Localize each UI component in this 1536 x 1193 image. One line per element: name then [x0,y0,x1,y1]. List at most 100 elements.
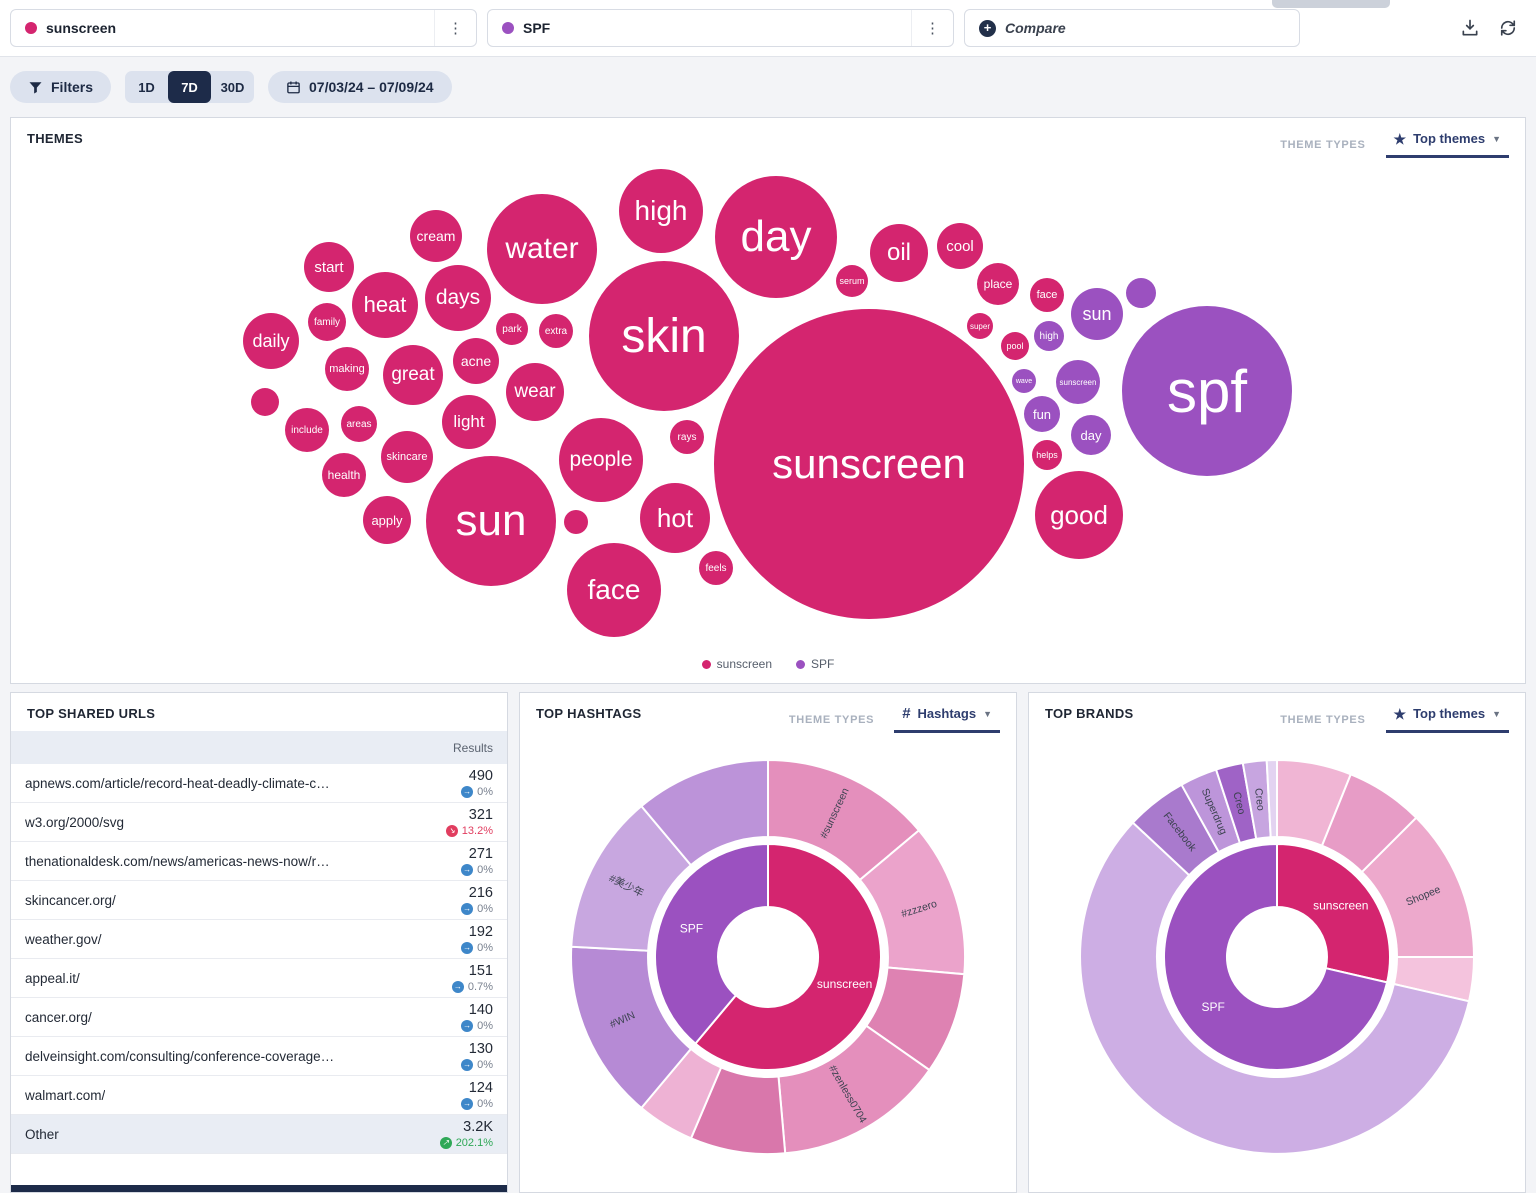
theme-bubble[interactable]: days [425,265,491,331]
url-text[interactable]: skincancer.org/ [25,893,116,908]
theme-bubble[interactable]: hot [640,483,710,553]
result-cell: 140→0% [461,1002,493,1031]
url-text[interactable]: Other [25,1127,59,1142]
selector-label: Hashtags [918,706,977,721]
theme-bubble[interactable]: wear [506,363,564,421]
url-text[interactable]: delveinsight.com/consulting/conference-c… [25,1049,334,1064]
table-scrollbar[interactable] [11,1185,507,1192]
filters-button[interactable]: Filters [10,71,111,103]
url-row[interactable]: delveinsight.com/consulting/conference-c… [11,1037,507,1076]
theme-bubble[interactable]: apply [363,496,411,544]
theme-bubble[interactable]: day [1071,415,1111,455]
kebab-menu-icon[interactable]: ⋮ [911,10,953,46]
theme-bubble[interactable]: cool [937,223,983,269]
url-row[interactable]: w3.org/2000/svg321↘13.2% [11,803,507,842]
url-row[interactable]: walmart.com/124→0% [11,1076,507,1115]
range-7d-button[interactable]: 7D [168,71,211,103]
theme-bubble[interactable] [1126,278,1156,308]
download-icon[interactable] [1456,14,1484,42]
query-card-sunscreen[interactable]: sunscreen ⋮ [10,9,477,47]
add-compare-icon: + [979,20,996,37]
url-text[interactable]: weather.gov/ [25,932,102,947]
url-text[interactable]: walmart.com/ [25,1088,105,1103]
theme-bubble[interactable]: water [487,194,597,304]
theme-bubble[interactable]: extra [539,314,573,348]
results-header: Results [11,731,507,764]
change-indicator: →0% [461,1020,493,1032]
theme-type-selector[interactable]: ★ Top themes ▼ [1386,131,1509,158]
theme-bubble[interactable]: cream [410,210,462,262]
theme-bubble[interactable]: spf [1122,306,1292,476]
theme-bubble[interactable]: high [619,169,703,253]
theme-bubble[interactable]: sun [426,456,556,586]
theme-bubble[interactable]: rays [670,420,704,454]
url-text[interactable]: w3.org/2000/svg [25,815,124,830]
theme-bubble[interactable]: park [496,313,528,345]
theme-bubble[interactable]: sunscreen [714,309,1024,619]
theme-bubble[interactable]: acne [453,338,499,384]
theme-bubble[interactable] [564,510,588,534]
url-row[interactable]: appeal.it/151→0.7% [11,959,507,998]
url-text[interactable]: cancer.org/ [25,1010,92,1025]
hashtags-sunburst-chart: #sunscreen#zzzero#zenless0704#WIN#美少年sun… [520,733,1016,1167]
theme-bubble[interactable]: day [715,176,837,298]
url-text[interactable]: apnews.com/article/record-heat-deadly-cl… [25,776,330,791]
result-cell: 192→0% [461,924,493,953]
compare-button[interactable]: + Compare [964,9,1300,47]
theme-bubble[interactable]: high [1034,321,1064,351]
theme-bubble[interactable]: areas [341,406,377,442]
refresh-icon[interactable] [1494,14,1522,42]
theme-bubble[interactable]: place [977,263,1019,305]
date-range-picker[interactable]: 07/03/24 – 07/09/24 [268,71,452,103]
theme-bubble[interactable]: fun [1024,396,1060,432]
theme-bubble[interactable]: health [322,453,366,497]
theme-bubble[interactable]: light [442,395,496,449]
query-color-dot [25,22,37,34]
query-card-spf[interactable]: SPF ⋮ [487,9,954,47]
kebab-menu-icon[interactable]: ⋮ [434,10,476,46]
theme-bubble[interactable]: feels [699,551,733,585]
trend-arrow-icon: → [461,903,473,915]
theme-bubble[interactable]: sun [1071,288,1123,340]
url-row[interactable]: Other3.2K↗202.1% [11,1115,507,1154]
theme-bubble[interactable]: skincare [381,431,433,483]
theme-bubble[interactable]: helps [1032,440,1062,470]
theme-bubble[interactable]: people [559,418,643,502]
url-row[interactable]: thenationaldesk.com/news/americas-news-n… [11,842,507,881]
url-row[interactable]: skincancer.org/216→0% [11,881,507,920]
url-row[interactable]: weather.gov/192→0% [11,920,507,959]
theme-bubble[interactable]: family [308,303,346,341]
url-text[interactable]: thenationaldesk.com/news/americas-news-n… [25,854,330,869]
theme-bubble[interactable]: serum [836,265,868,297]
theme-bubble[interactable]: face [1030,278,1064,312]
theme-bubble[interactable]: wave [1012,369,1036,393]
theme-bubble[interactable]: super [967,313,993,339]
range-30d-button[interactable]: 30D [211,71,254,103]
url-text[interactable]: appeal.it/ [25,971,80,986]
theme-bubble[interactable]: include [285,408,329,452]
change-indicator: ↘13.2% [446,825,493,837]
selector-label: Top themes [1413,706,1485,721]
url-row[interactable]: cancer.org/140→0% [11,998,507,1037]
brands-selector[interactable]: ★ Top themes ▼ [1386,706,1509,733]
theme-bubble[interactable] [251,388,279,416]
theme-bubble[interactable]: good [1035,471,1123,559]
theme-bubble[interactable]: oil [870,224,928,282]
result-cell: 151→0.7% [452,963,493,992]
theme-bubble[interactable]: sunscreen [1056,360,1100,404]
theme-bubble[interactable]: daily [243,313,299,369]
theme-bubble[interactable]: start [304,242,354,292]
theme-bubble[interactable]: great [383,345,443,405]
range-1d-button[interactable]: 1D [125,71,168,103]
url-row[interactable]: apnews.com/article/record-heat-deadly-cl… [11,764,507,803]
legend-dot [796,660,805,669]
top-hashtags-panel: TOP HASHTAGS THEME TYPES # Hashtags ▼ #s… [519,692,1017,1193]
legend-item-spf: SPF [796,657,834,671]
theme-bubble[interactable]: skin [589,261,739,411]
theme-bubble[interactable]: pool [1001,332,1029,360]
trend-arrow-icon: ↘ [446,825,458,837]
theme-bubble[interactable]: making [325,347,369,391]
theme-bubble[interactable]: heat [352,272,418,338]
hashtags-selector[interactable]: # Hashtags ▼ [894,706,1000,733]
theme-bubble[interactable]: face [567,543,661,637]
